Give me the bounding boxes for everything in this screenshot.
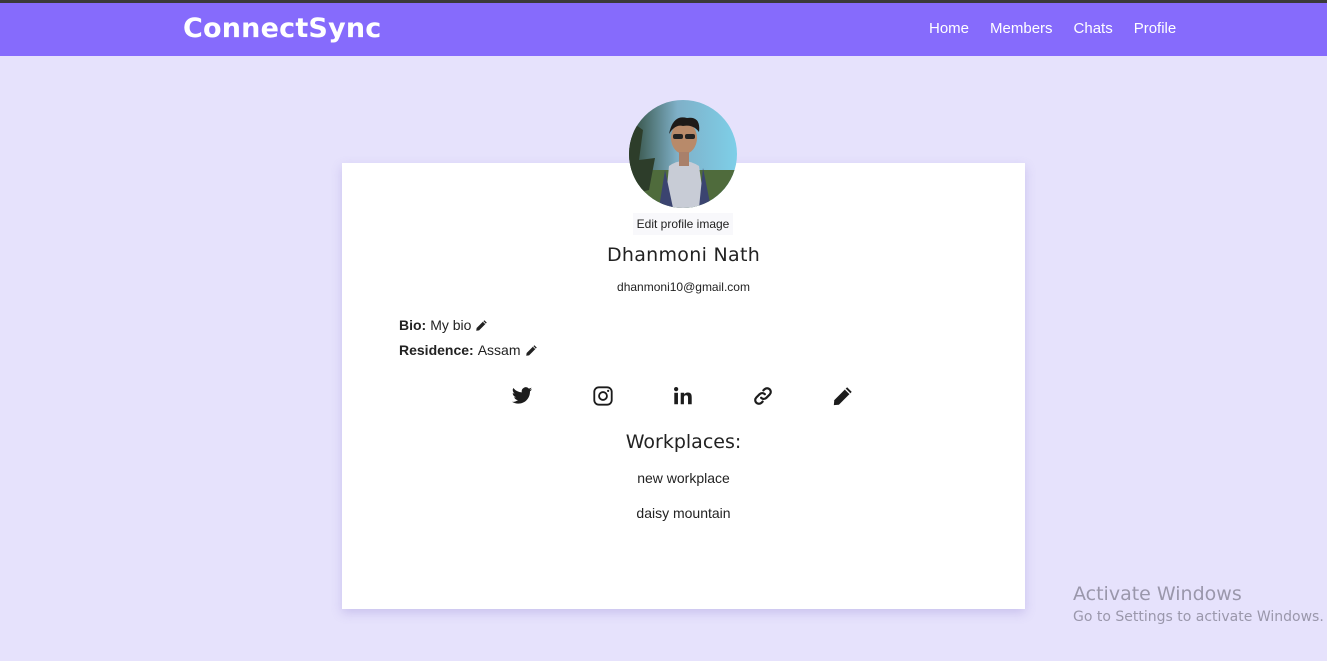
avatar[interactable] bbox=[629, 100, 737, 208]
residence-label: Residence: bbox=[399, 342, 474, 358]
profile-name: Dhanmoni Nath bbox=[606, 244, 761, 266]
edit-bio-pencil-icon[interactable] bbox=[475, 319, 488, 332]
watermark-title: Activate Windows bbox=[1073, 583, 1242, 605]
navbar: ConnectSync Home Members Chats Profile bbox=[0, 3, 1327, 56]
residence-row: Residence: Assam bbox=[399, 342, 538, 358]
workplace-item: daisy mountain bbox=[636, 505, 731, 521]
bio-row: Bio: My bio bbox=[399, 317, 488, 333]
avatar-photo bbox=[629, 100, 737, 208]
nav-link-home[interactable]: Home bbox=[929, 20, 969, 37]
social-links bbox=[0, 383, 1327, 411]
linkedin-icon[interactable] bbox=[671, 383, 695, 409]
residence-value: Assam bbox=[477, 342, 521, 358]
workplace-item: new workplace bbox=[637, 470, 730, 486]
brand-logo[interactable]: ConnectSync bbox=[183, 13, 382, 44]
workplaces-heading: Workplaces: bbox=[625, 431, 742, 453]
link-icon[interactable] bbox=[751, 383, 775, 409]
watermark-subtitle: Go to Settings to activate Windows. bbox=[1073, 609, 1324, 625]
edit-residence-pencil-icon[interactable] bbox=[525, 344, 538, 357]
bio-label: Bio: bbox=[399, 317, 427, 333]
twitter-icon[interactable] bbox=[510, 383, 534, 409]
nav-link-members[interactable]: Members bbox=[990, 20, 1053, 37]
nav-links: Home Members Chats Profile bbox=[929, 20, 1197, 37]
windows-activation-watermark: Activate Windows Go to Settings to activ… bbox=[1073, 583, 1324, 625]
bio-value: My bio bbox=[430, 317, 472, 333]
profile-email: dhanmoni10@gmail.com bbox=[617, 280, 750, 294]
edit-profile-image-button[interactable]: Edit profile image bbox=[633, 213, 733, 235]
nav-link-profile[interactable]: Profile bbox=[1134, 20, 1177, 37]
instagram-icon[interactable] bbox=[591, 383, 615, 409]
pencil-icon[interactable] bbox=[831, 383, 855, 409]
nav-link-chats[interactable]: Chats bbox=[1074, 20, 1113, 37]
